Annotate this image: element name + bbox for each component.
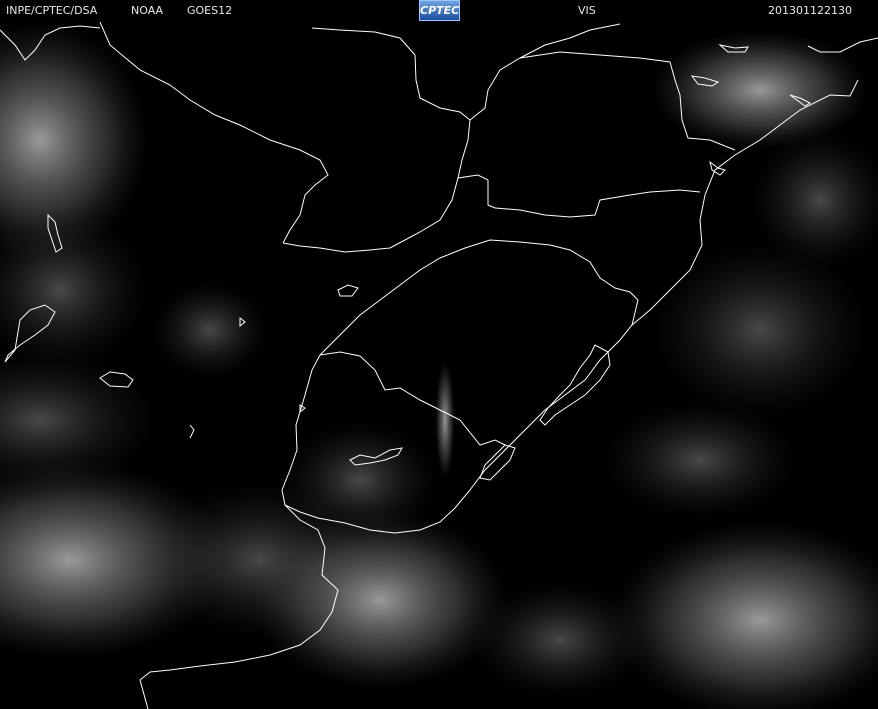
source-label: INPE/CPTEC/DSA xyxy=(6,4,98,17)
timestamp-label: 201301122130 xyxy=(768,4,852,17)
satellite-label: GOES12 xyxy=(187,4,233,17)
cptec-logo: CPTEC xyxy=(419,0,460,21)
image-header: INPE/CPTEC/DSA NOAA GOES12 CPTEC VIS 201… xyxy=(0,0,878,22)
agency-label: NOAA xyxy=(131,4,164,17)
satellite-map xyxy=(0,22,878,709)
channel-label: VIS xyxy=(578,4,596,17)
